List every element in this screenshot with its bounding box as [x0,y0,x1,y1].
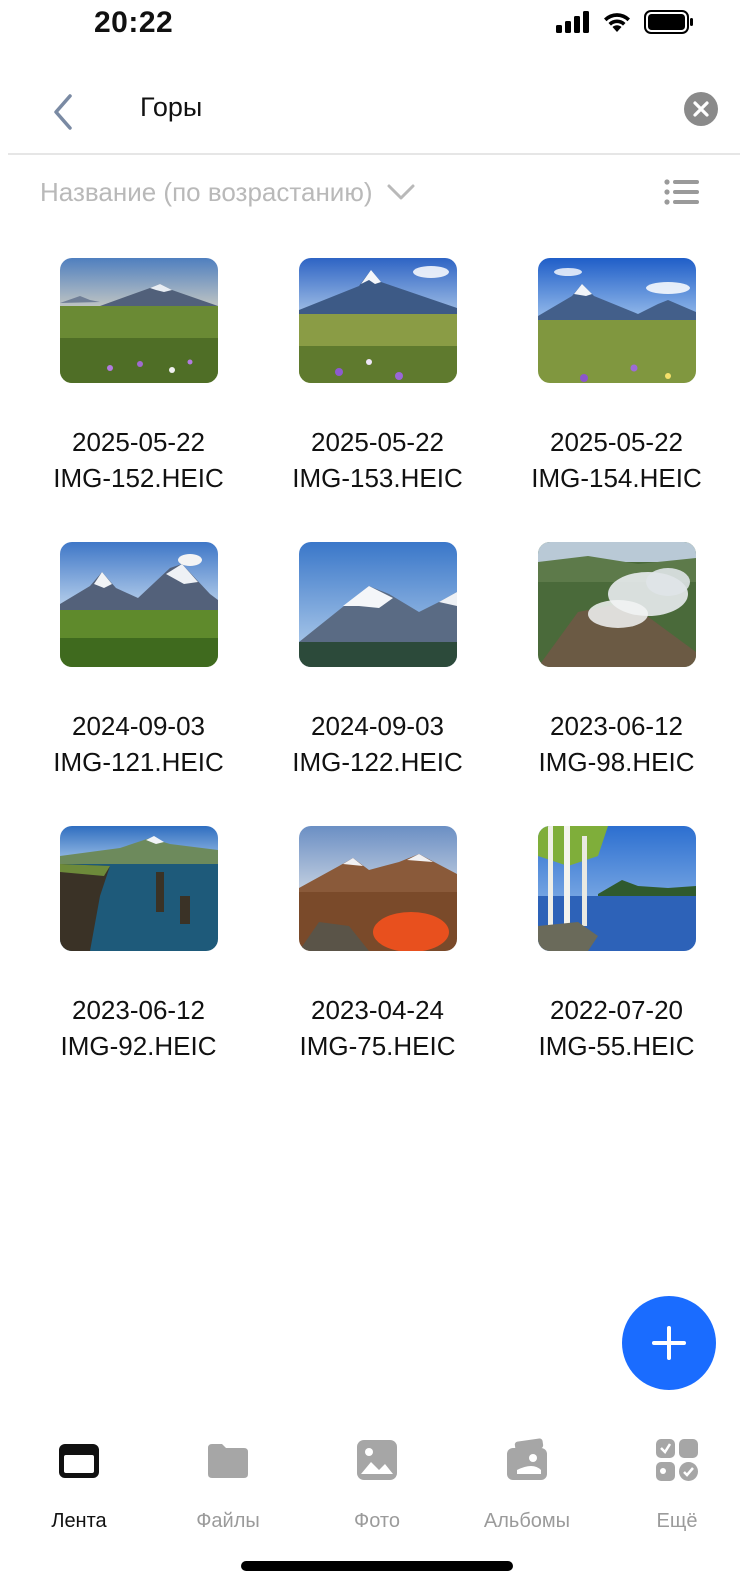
tab-more[interactable]: Ещё [602,1438,752,1538]
photo-filename: IMG-152.HEIC [53,463,224,493]
sort-selector[interactable]: Название (по возрастанию) [40,172,416,212]
feed-icon [59,1444,99,1478]
photo-thumbnail[interactable] [538,258,696,383]
folder-icon [208,1444,248,1478]
back-button[interactable] [46,90,86,134]
add-button[interactable] [622,1296,716,1390]
tab-more-label: Ещё [656,1510,698,1532]
photo-item[interactable]: 2025-05-22 IMG-154.HEIC [497,258,736,542]
photo-date: 2023-04-24 [311,995,444,1025]
chevron-left-icon [54,94,72,130]
tab-files[interactable]: Файлы [153,1438,303,1538]
list-view-toggle[interactable] [664,178,700,206]
tab-feed-label: Лента [51,1510,107,1532]
status-time: 20:22 [94,6,174,39]
battery-icon [644,10,693,34]
photo-date: 2025-05-22 [72,427,205,457]
photo-filename: IMG-55.HEIC [538,1031,695,1061]
close-icon [693,101,709,117]
tab-bar: Лента Файлы Фото Альбомы Ещё [0,1420,752,1540]
header-divider [8,153,740,155]
photo-filename: IMG-153.HEIC [292,463,463,493]
sort-label: Название (по возрастанию) [40,176,373,207]
photo-item[interactable]: 2024-09-03 IMG-121.HEIC [19,542,258,826]
photo-filename: IMG-92.HEIC [60,1031,217,1061]
photo-filename: IMG-98.HEIC [538,747,695,777]
photo-thumbnail[interactable] [60,542,218,667]
photo-filename: IMG-75.HEIC [299,1031,456,1061]
photo-date: 2023-06-12 [72,995,205,1025]
photo-date: 2024-09-03 [311,711,444,741]
photo-filename: IMG-122.HEIC [292,747,463,777]
photo-item[interactable]: 2023-06-12 IMG-98.HEIC [497,542,736,826]
tab-files-label: Файлы [196,1510,260,1532]
photo-thumbnail[interactable] [299,826,457,951]
photo-item[interactable]: 2022-07-20 IMG-55.HEIC [497,826,736,1110]
albums-icon [507,1438,547,1480]
home-indicator [241,1561,513,1571]
photo-thumbnail[interactable] [538,826,696,951]
photo-date: 2025-05-22 [311,427,444,457]
tab-albums-label: Альбомы [483,1510,571,1532]
wifi-icon [604,13,630,32]
photo-thumbnail[interactable] [60,826,218,951]
tab-feed[interactable]: Лента [4,1438,154,1538]
photo-item[interactable]: 2025-05-22 IMG-152.HEIC [19,258,258,542]
tab-albums[interactable]: Альбомы [452,1438,602,1538]
photo-thumbnail[interactable] [60,258,218,383]
chevron-down-icon [387,184,415,200]
photo-item[interactable]: 2024-09-03 IMG-122.HEIC [258,542,497,826]
photo-item[interactable]: 2023-04-24 IMG-75.HEIC [258,826,497,1110]
photo-date: 2024-09-03 [72,711,205,741]
photo-thumbnail[interactable] [299,542,457,667]
photo-item[interactable]: 2023-06-12 IMG-92.HEIC [19,826,258,1110]
photo-date: 2025-05-22 [550,427,683,457]
search-input[interactable]: Горы [140,92,202,123]
photo-filename: IMG-121.HEIC [53,747,224,777]
list-view-icon [664,179,699,205]
photo-icon [357,1440,397,1480]
signal-icon [556,11,589,33]
photo-thumbnail[interactable] [299,258,457,383]
more-apps-icon [656,1439,698,1481]
tab-photos-label: Фото [354,1510,400,1532]
photo-filename: IMG-154.HEIC [531,463,702,493]
clear-search-button[interactable] [684,92,718,126]
status-bar: 20:22 [0,0,752,56]
photo-date: 2022-07-20 [550,995,683,1025]
photo-item[interactable]: 2025-05-22 IMG-153.HEIC [258,258,497,542]
search-header: Горы [0,72,752,154]
tab-photos[interactable]: Фото [302,1438,452,1538]
photo-date: 2023-06-12 [550,711,683,741]
photo-thumbnail[interactable] [538,542,696,667]
